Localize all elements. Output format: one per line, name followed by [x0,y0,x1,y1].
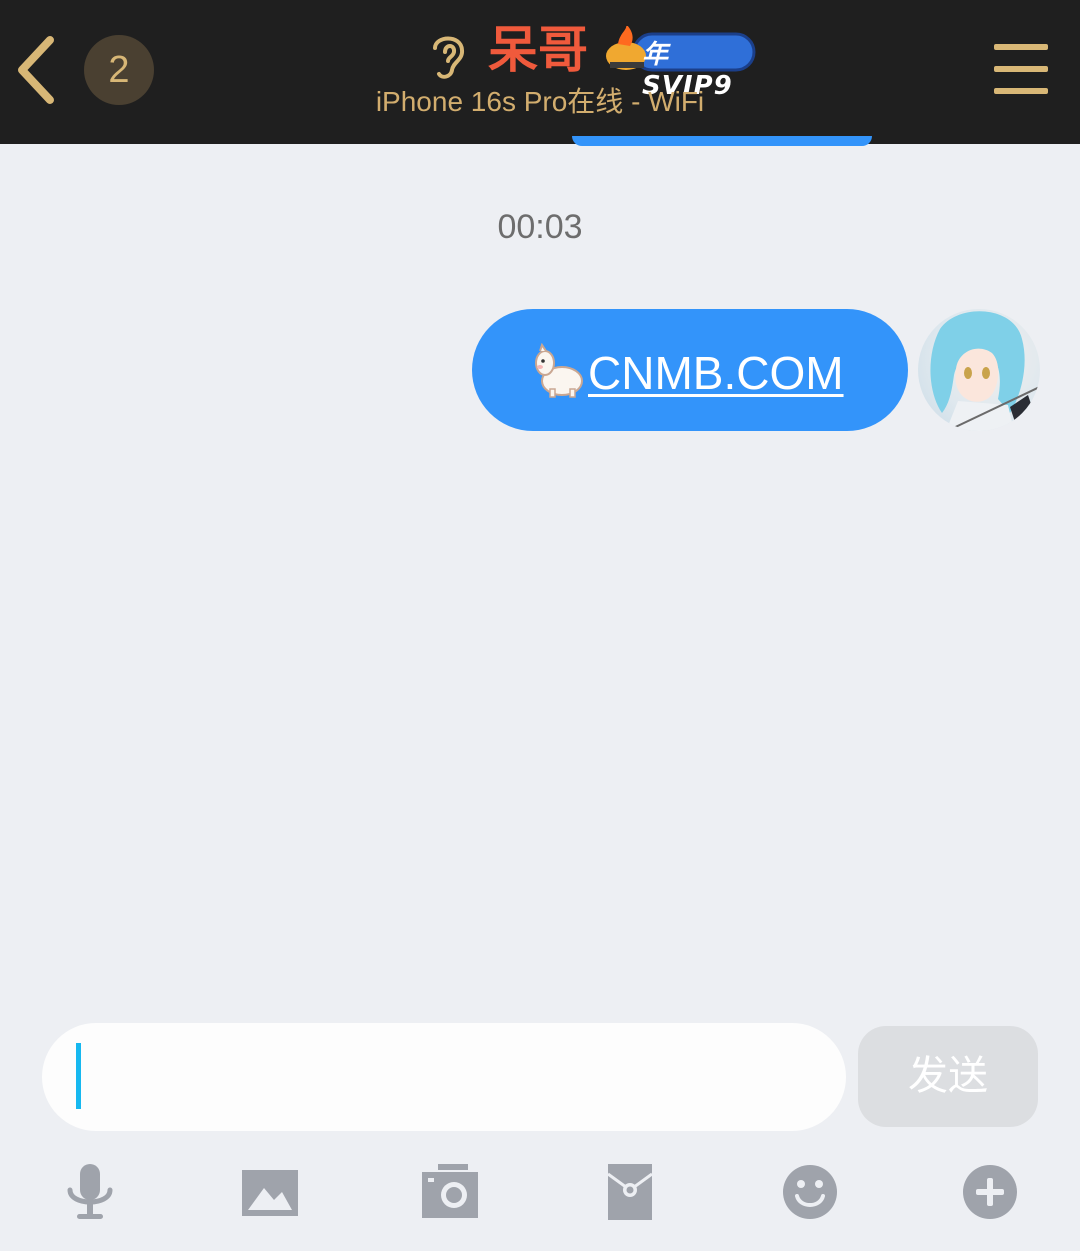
more-button[interactable] [960,1162,1020,1222]
emoji-button[interactable] [780,1162,840,1222]
text-caret [76,1043,81,1109]
message-link[interactable]: CNMB.COM [588,345,844,401]
message-timestamp: 00:03 [497,208,583,246]
image-icon [242,1170,298,1216]
camera-button[interactable] [420,1162,480,1222]
microphone-icon [67,1164,113,1219]
menu-button[interactable] [994,44,1048,94]
message-bubble[interactable]: CNMB.COM [472,309,908,431]
send-button[interactable]: 发送 [858,1026,1038,1127]
anime-avatar-image [930,311,1040,431]
red-packet-icon [607,1164,653,1220]
voice-button[interactable] [60,1162,120,1222]
ear-icon[interactable] [425,30,471,82]
emoji-icon [783,1165,837,1219]
alpaca-icon [535,343,583,398]
avatar[interactable] [918,309,1040,431]
svip-badge[interactable]: 年SVIP9 [604,24,756,101]
red-packet-button[interactable] [600,1162,660,1222]
message-input[interactable] [42,1023,846,1131]
previous-message-bubble[interactable] [572,136,872,146]
contact-name[interactable]: 呆哥 [488,18,588,82]
hamburger-menu-icon [994,44,1048,50]
image-button[interactable] [240,1162,300,1222]
chat-header: 2 呆哥 年SVIP9 iPhone 16s Pro在线 - WiFi [0,0,1080,144]
camera-icon [422,1164,478,1218]
plus-icon [963,1165,1017,1219]
online-status: iPhone 16s Pro在线 - WiFi [375,86,705,117]
